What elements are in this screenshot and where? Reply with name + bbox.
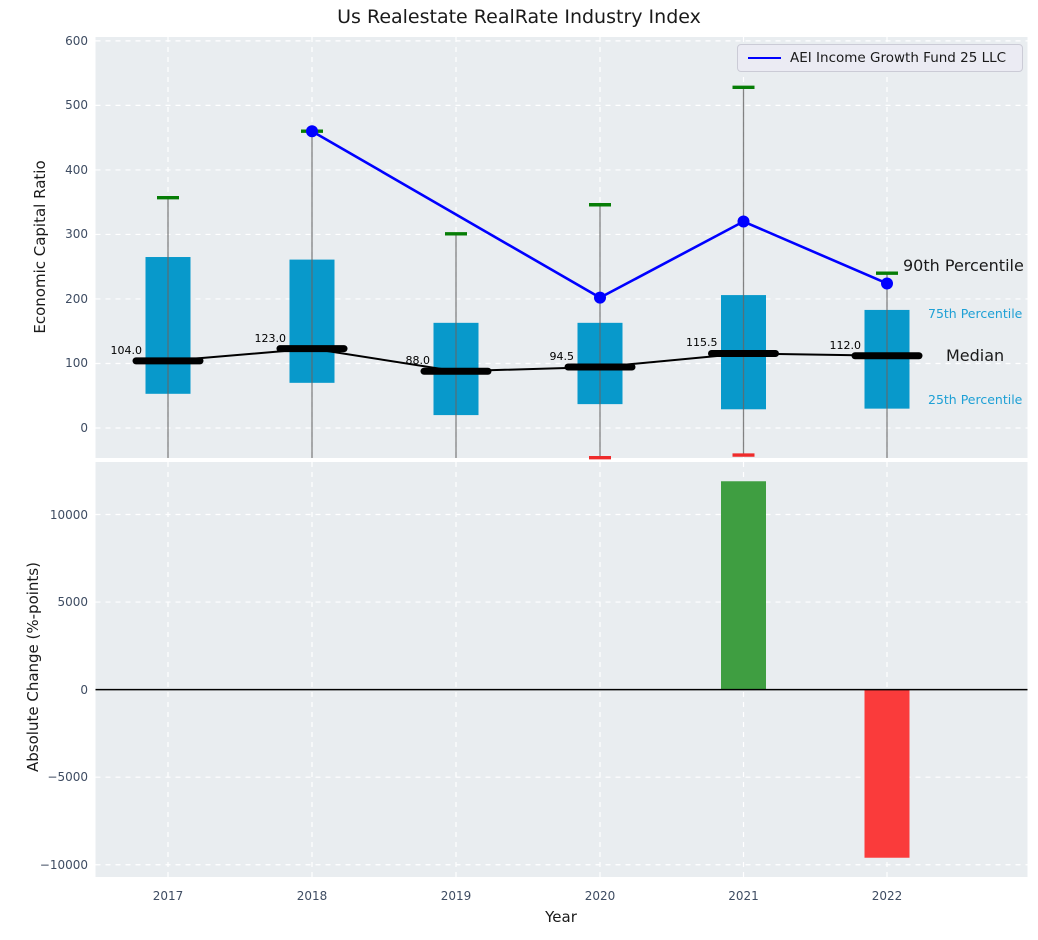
xtick-2021: 2021 xyxy=(714,888,774,904)
annotation-median: Median xyxy=(946,346,1004,365)
top-ytick-500: 500 xyxy=(14,97,88,113)
fund-point-2018 xyxy=(306,125,318,137)
median-value-label-2020: 94.5 xyxy=(518,350,574,363)
bottom-ytick-10000: 10000 xyxy=(14,507,88,523)
xtick-2020: 2020 xyxy=(570,888,630,904)
median-value-label-2018: 123.0 xyxy=(230,332,286,345)
bottom-ytick-−5000: −5000 xyxy=(14,769,88,785)
top-ytick-600: 600 xyxy=(14,33,88,49)
annotation-75th-percentile: 75th Percentile xyxy=(928,306,1022,321)
median-value-label-2022: 112.0 xyxy=(805,339,861,352)
fund-point-2021 xyxy=(738,216,750,228)
xtick-2019: 2019 xyxy=(426,888,486,904)
chart-title: Us Realestate RealRate Industry Index xyxy=(0,6,1038,28)
top-y-axis-label: Economic Capital Ratio xyxy=(31,160,49,333)
top-ytick-200: 200 xyxy=(14,291,88,307)
change-bar-2021 xyxy=(721,481,766,689)
top-ytick-0: 0 xyxy=(14,420,88,436)
bottom-ytick-5000: 5000 xyxy=(14,594,88,610)
annotation-90th-percentile: 90th Percentile xyxy=(903,256,1024,275)
bottom-ytick-0: 0 xyxy=(14,682,88,698)
top-ytick-300: 300 xyxy=(14,226,88,242)
median-value-label-2019: 88.0 xyxy=(374,354,430,367)
xtick-2022: 2022 xyxy=(857,888,917,904)
xtick-2017: 2017 xyxy=(138,888,198,904)
xtick-2018: 2018 xyxy=(282,888,342,904)
fund-point-2022 xyxy=(881,277,893,289)
legend-line-icon xyxy=(748,57,781,60)
median-value-label-2017: 104.0 xyxy=(86,344,142,357)
annotation-25th-percentile: 25th Percentile xyxy=(928,392,1022,407)
median-value-label-2021: 115.5 xyxy=(662,336,718,349)
figure: Us Realestate RealRate Industry Index Ec… xyxy=(0,0,1038,940)
legend: AEI Income Growth Fund 25 LLC xyxy=(737,44,1023,72)
bottom-ytick-−10000: −10000 xyxy=(14,857,88,873)
top-ytick-400: 400 xyxy=(14,162,88,178)
chart-canvas xyxy=(0,0,1038,940)
fund-point-2020 xyxy=(594,292,606,304)
change-bar-2022 xyxy=(865,690,910,858)
x-axis-label: Year xyxy=(95,908,1027,926)
legend-label: AEI Income Growth Fund 25 LLC xyxy=(790,50,1006,66)
top-ytick-100: 100 xyxy=(14,355,88,371)
